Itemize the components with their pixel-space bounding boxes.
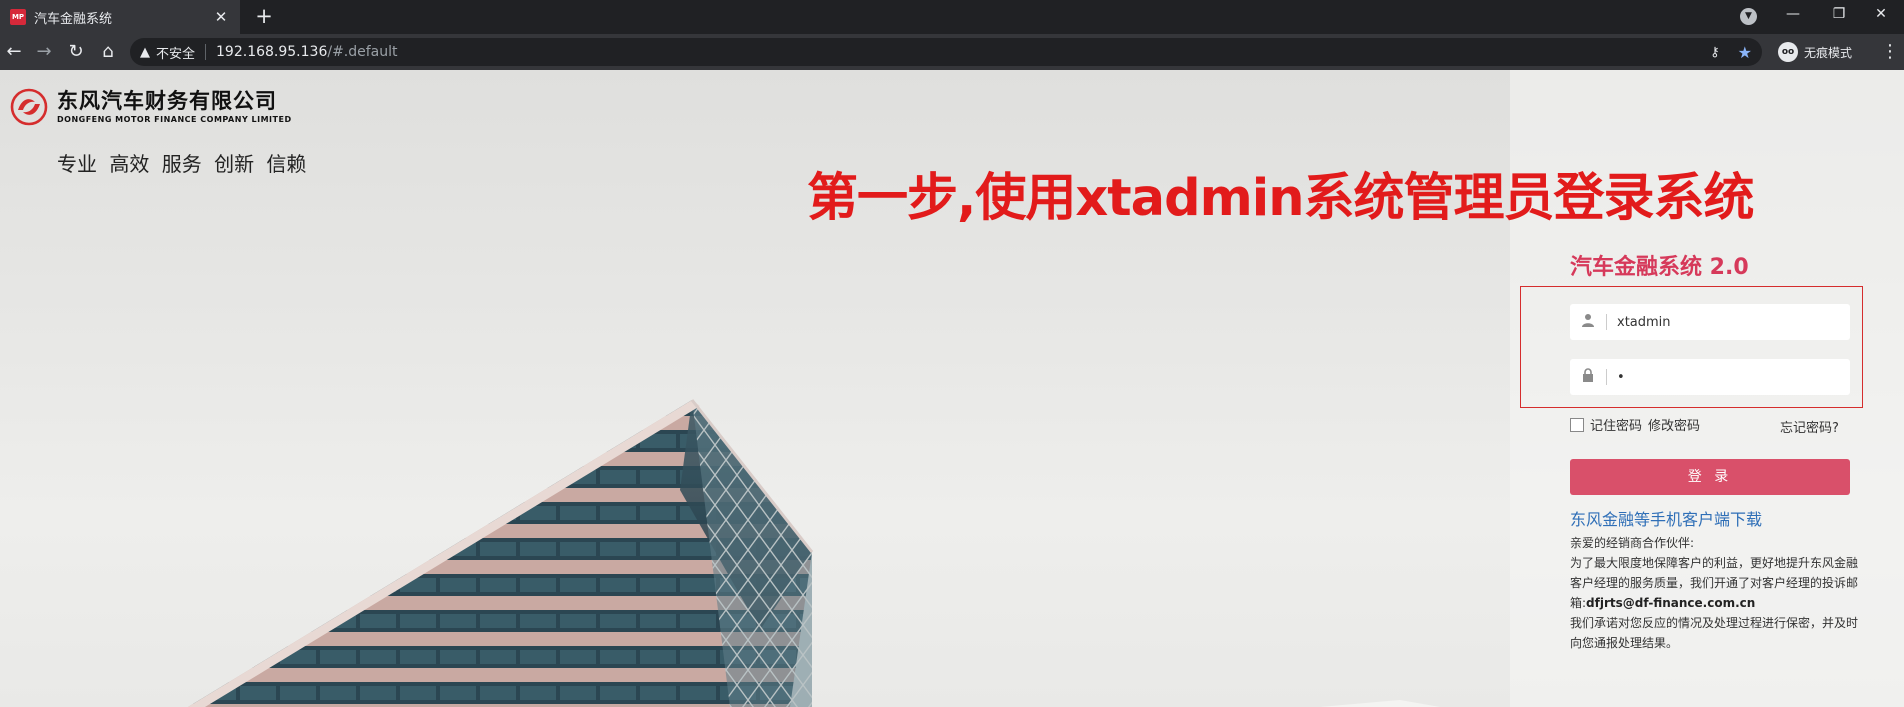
- tab-title: 汽车金融系统: [34, 11, 113, 27]
- field-divider: [1606, 314, 1607, 330]
- lock-icon: [1580, 368, 1596, 386]
- home-icon[interactable]: ⌂: [94, 38, 122, 66]
- url-host[interactable]: 192.168.95.136: [216, 44, 327, 60]
- browser-tab[interactable]: MP 汽车金融系统 ✕: [0, 0, 240, 34]
- notice-line2: 我们承诺对您反应的情况及处理过程进行保密，并及时向您通报处理结果。: [1570, 616, 1859, 650]
- field-divider: [1606, 369, 1607, 385]
- remember-row: 记住密码 修改密码: [1570, 415, 1700, 434]
- username-field[interactable]: [1570, 304, 1850, 340]
- remember-checkbox[interactable]: [1570, 417, 1584, 432]
- favicon-icon: MP: [10, 9, 26, 25]
- user-icon: [1580, 313, 1596, 331]
- incognito-indicator[interactable]: oo 无痕模式: [1778, 41, 1852, 63]
- company-name-en: DONGFENG MOTOR FINANCE COMPANY LIMITED: [57, 115, 292, 124]
- bookmark-star-icon[interactable]: ★: [1738, 43, 1752, 62]
- minimize-button[interactable]: —: [1770, 0, 1816, 30]
- password-field[interactable]: •: [1570, 359, 1850, 395]
- company-logo: 东风汽车财务有限公司 DONGFENG MOTOR FINANCE COMPAN…: [10, 88, 292, 126]
- dongfeng-logo-icon: [10, 88, 48, 126]
- incognito-label: 无痕模式: [1804, 45, 1853, 60]
- divider: [205, 44, 207, 60]
- company-name-cn: 东风汽车财务有限公司: [57, 89, 277, 113]
- address-bar[interactable]: ▲ 不安全 192.168.95.136 /#.default ⚷ ★: [130, 38, 1762, 66]
- back-arrow-icon[interactable]: ←: [0, 38, 28, 66]
- notice-text: 亲爱的经销商合作伙伴: 为了最大限度地保障客户的利益，更好地提升东风金融客户经理…: [1570, 533, 1860, 653]
- browser-toolbar: ← → ↻ ⌂ ▲ 不安全 192.168.95.136 /#.default …: [0, 34, 1904, 70]
- remember-label[interactable]: 记住密码: [1590, 415, 1642, 434]
- slogan: 专业 高效 服务 创新 信赖: [57, 152, 307, 176]
- instruction-annotation: 第一步,使用xtadmin系统管理员登录系统: [807, 169, 1755, 228]
- close-window-button[interactable]: ✕: [1858, 0, 1904, 30]
- login-page: 东风汽车财务有限公司 DONGFENG MOTOR FINANCE COMPAN…: [0, 70, 1904, 707]
- password-input[interactable]: •: [1617, 370, 1837, 385]
- forward-arrow-icon[interactable]: →: [30, 38, 58, 66]
- url-path[interactable]: /#.default: [327, 44, 397, 60]
- incognito-icon: oo: [1778, 42, 1798, 62]
- browser-tab-strip: MP 汽车金融系统 ✕ + ▼ — ❐ ✕: [0, 0, 1904, 34]
- restore-button[interactable]: ❐: [1816, 0, 1862, 30]
- close-tab-icon[interactable]: ✕: [212, 8, 230, 26]
- notice-greeting: 亲爱的经销商合作伙伴:: [1570, 536, 1695, 550]
- forgot-password-link[interactable]: 忘记密码?: [1780, 417, 1839, 436]
- tab-search-icon[interactable]: ▼: [1740, 8, 1757, 25]
- system-title: 汽车金融系统 2.0: [1570, 255, 1749, 280]
- key-icon[interactable]: ⚷: [1710, 45, 1720, 60]
- notice-body: 为了最大限度地保障客户的利益，更好地提升东风金融客户经理的服务质量，我们开通了对…: [1570, 553, 1860, 613]
- username-input[interactable]: [1617, 314, 1837, 330]
- security-label[interactable]: 不安全: [156, 43, 195, 62]
- mobile-download-link[interactable]: 东风金融等手机客户端下载: [1570, 506, 1762, 530]
- login-button[interactable]: 登 录: [1570, 459, 1850, 495]
- new-tab-button[interactable]: +: [250, 3, 278, 31]
- change-password-link[interactable]: 修改密码: [1648, 415, 1700, 434]
- browser-menu-icon[interactable]: ⋮: [1880, 38, 1900, 66]
- complaint-email: dfjrts@df-finance.com.cn: [1586, 596, 1756, 610]
- warning-icon[interactable]: ▲: [140, 45, 150, 60]
- reload-icon[interactable]: ↻: [62, 38, 90, 66]
